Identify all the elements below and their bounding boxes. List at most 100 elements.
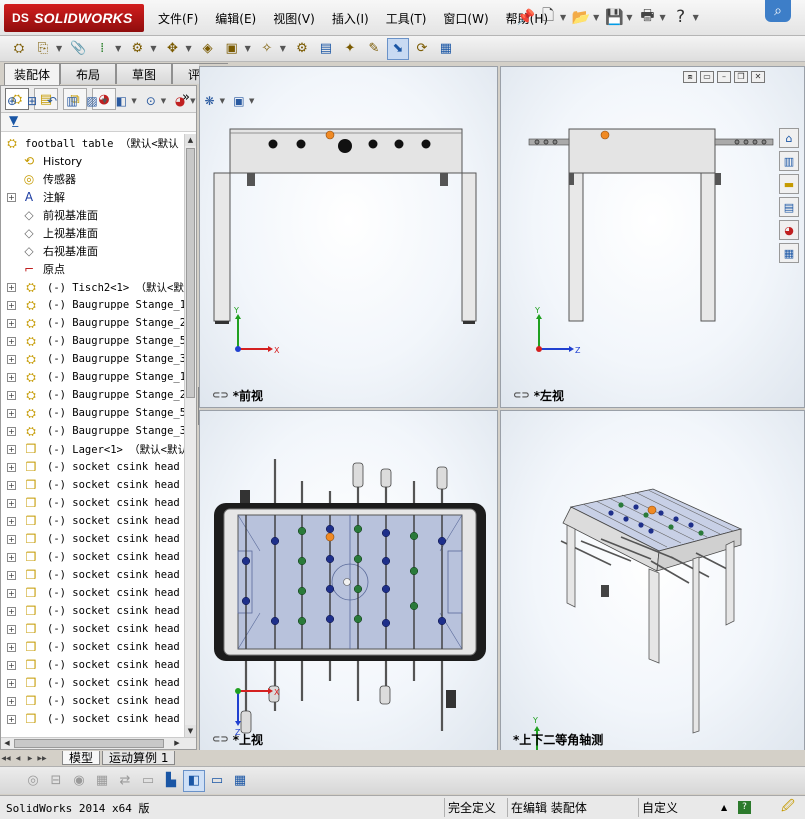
motor-icon[interactable]: ◉ xyxy=(68,770,90,792)
add-key-icon[interactable]: ⊟ xyxy=(45,770,67,792)
new-motion-study-icon[interactable]: ⚙ xyxy=(291,38,313,60)
expand-plus-icon[interactable]: + xyxy=(7,696,16,706)
expand-plus-icon[interactable]: + xyxy=(7,300,16,310)
dropdown-icon[interactable]: ▼ xyxy=(280,44,286,53)
tree-item[interactable]: + ❒ (-) socket csink head c xyxy=(1,476,184,494)
minimize-icon[interactable]: – xyxy=(717,71,731,83)
section-view-icon[interactable]: ▥ xyxy=(62,91,82,111)
view-palette-icon[interactable]: ▤ xyxy=(779,197,799,217)
viewport-isometric[interactable]: X Y Z ⊂⊃ *上下二等角轴测 xyxy=(500,410,805,752)
expand-plus-icon[interactable]: + xyxy=(7,552,16,562)
mate-icon[interactable]: 📎 xyxy=(67,38,89,60)
tree-item[interactable]: + ⛭ (-) Baugruppe Stange_2e xyxy=(1,386,184,404)
filter-icon[interactable]: ▼̲ xyxy=(9,113,18,127)
print-icon[interactable]: 🖶 xyxy=(636,6,658,28)
expand-plus-icon[interactable]: + xyxy=(7,642,16,652)
expand-plus-icon[interactable]: + xyxy=(7,372,16,382)
tree-item[interactable]: + ❒ (-) socket csink head c xyxy=(1,566,184,584)
appearances-scenes-icon[interactable]: ◕ xyxy=(779,220,799,240)
hscroll-thumb[interactable] xyxy=(14,739,164,748)
reference-geometry-icon[interactable]: ✧ xyxy=(256,38,278,60)
tab-motion-study[interactable]: 运动算例 1 xyxy=(102,751,176,765)
tree-item[interactable]: + ❒ (-) socket csink head c xyxy=(1,458,184,476)
tree-item[interactable]: + ⛭ (-) Baugruppe Stange_5e xyxy=(1,404,184,422)
menu-insert[interactable]: 插入(I) xyxy=(326,10,375,27)
bill-of-materials-icon[interactable]: ▤ xyxy=(315,38,337,60)
solidworks-resources-icon[interactable]: ⌂ xyxy=(779,128,799,148)
tree-item[interactable]: ⌐ 原点 xyxy=(1,260,184,278)
expand-plus-icon[interactable]: + xyxy=(7,282,16,292)
scroll-thumb[interactable] xyxy=(186,148,195,398)
new-dropdown-icon[interactable]: ▼ xyxy=(560,13,566,22)
tree-item[interactable]: + ❒ (-) socket csink head c xyxy=(1,530,184,548)
tree-item[interactable]: + ⛭ (-) Baugruppe Stange_2e xyxy=(1,314,184,332)
restore-icon[interactable]: ❐ xyxy=(734,71,748,83)
collapse-manager-icon[interactable]: ▭ xyxy=(206,770,228,792)
scroll-down-icon[interactable]: ▼ xyxy=(185,725,196,737)
tab-last-icon[interactable]: ▶▶ xyxy=(36,752,48,765)
link-views-icon[interactable]: ⊂⊃ xyxy=(513,390,530,401)
expand-plus-icon[interactable]: + xyxy=(7,498,16,508)
tree-item[interactable]: + ⛭ (-) Baugruppe Stange_1e xyxy=(1,368,184,386)
expand-plus-icon[interactable]: + xyxy=(7,426,16,436)
scene-icon[interactable]: ❋ xyxy=(200,91,220,111)
tree-vertical-scrollbar[interactable]: ▲ ▼ xyxy=(184,134,196,737)
tree-item[interactable]: + ❒ (-) socket csink head c xyxy=(1,692,184,710)
viewport-top[interactable]: X Z ⊂⊃ *上视 xyxy=(199,410,498,752)
dropdown-icon[interactable]: ▼ xyxy=(150,44,156,53)
assembly-features-icon[interactable]: ▣ xyxy=(221,38,243,60)
dropdown-icon[interactable]: ▼ xyxy=(220,97,225,105)
open-folder-icon[interactable]: 📂 xyxy=(570,6,592,28)
expand-plus-icon[interactable]: + xyxy=(7,354,16,364)
scroll-left-icon[interactable]: ◀ xyxy=(1,738,13,749)
tab-model[interactable]: 模型 xyxy=(62,751,101,765)
previous-view-icon[interactable]: ↶ xyxy=(42,91,62,111)
link-views-icon[interactable]: ⊂⊃ xyxy=(212,734,229,745)
dropdown-icon[interactable]: ▼ xyxy=(131,97,136,105)
menu-tools[interactable]: 工具(T) xyxy=(380,10,433,27)
close-icon[interactable]: ✕ xyxy=(751,71,765,83)
dropdown-icon[interactable]: ▼ xyxy=(185,44,191,53)
insert-components-icon[interactable]: ⛭ xyxy=(8,38,30,60)
viewport-front[interactable]: X Y ⊂⊃ *前视 xyxy=(199,66,498,408)
contact-icon[interactable]: ⇄ xyxy=(114,770,136,792)
viewport-left[interactable]: Z Y ⊂⊃ *左视 xyxy=(500,66,805,408)
expand-plus-icon[interactable]: + xyxy=(7,678,16,688)
motion-study-properties-icon[interactable]: ◧ xyxy=(183,769,205,792)
tree-item[interactable]: + ❒ (-) socket csink head c xyxy=(1,602,184,620)
tree-item[interactable]: + ❒ (-) Lager<1> （默认<默认 xyxy=(1,440,184,458)
save-dropdown-icon[interactable]: ▼ xyxy=(626,13,632,22)
instant3d-icon[interactable]: ⬊ xyxy=(386,37,409,60)
quick-tips-icon[interactable]: ? xyxy=(735,798,751,817)
menu-window[interactable]: 窗口(W) xyxy=(437,10,494,27)
expand-plus-icon[interactable]: + xyxy=(7,606,16,616)
zoom-to-fit-icon[interactable]: ⊕ xyxy=(2,91,22,111)
help-icon[interactable]: ? xyxy=(670,6,692,28)
save-icon[interactable]: 💾 xyxy=(603,6,625,28)
tree-item[interactable]: + ❒ (-) socket csink head c xyxy=(1,638,184,656)
results-plots-icon[interactable]: ▙ xyxy=(160,770,182,792)
expand-plus-icon[interactable]: + xyxy=(7,714,16,724)
dropdown-icon[interactable]: ▼ xyxy=(102,97,107,105)
expand-plus-icon[interactable]: + xyxy=(7,462,16,472)
gravity-icon[interactable]: ▭ xyxy=(137,770,159,792)
tab-sketch[interactable]: 草图 xyxy=(116,63,172,84)
timeline-icon[interactable]: ▦ xyxy=(229,770,251,792)
expand-plus-icon[interactable]: + xyxy=(7,534,16,544)
update-speedpak-icon[interactable]: ⟳ xyxy=(411,38,433,60)
link-views-icon[interactable]: ⊂⊃ xyxy=(212,390,229,401)
dropdown-icon[interactable]: ▼ xyxy=(249,97,254,105)
dropdown-icon[interactable]: ▼ xyxy=(56,44,62,53)
tree-item[interactable]: + ⛭ (-) Baugruppe Stange_5e xyxy=(1,332,184,350)
tree-filter[interactable]: ▼̲ xyxy=(1,113,196,132)
rebuild-indicator-icon[interactable]: 🖉 xyxy=(778,798,798,817)
tree-item[interactable]: + ⛭ (-) Baugruppe Stange_1e xyxy=(1,296,184,314)
search-icon[interactable]: ⌕ xyxy=(765,0,791,22)
tree-item[interactable]: + ⛭ (-) Tisch2<1> （默认<默认 xyxy=(1,278,184,296)
scroll-right-icon[interactable]: ▶ xyxy=(171,738,183,749)
dropdown-icon[interactable]: ▼ xyxy=(245,44,251,53)
pin-icon[interactable]: 📌 xyxy=(515,6,537,28)
tree-item[interactable]: ⟲ History xyxy=(1,152,184,170)
expand-plus-icon[interactable]: + xyxy=(7,480,16,490)
viewport-menu-icon[interactable]: ▭ xyxy=(700,71,714,83)
